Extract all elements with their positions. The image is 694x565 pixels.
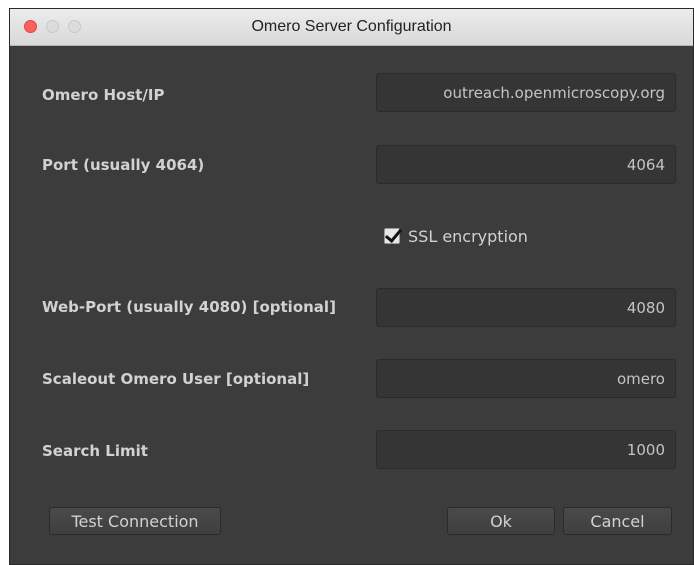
port-label: Port (usually 4064) — [42, 156, 205, 174]
title-bar: Omero Server Configuration — [10, 9, 693, 46]
ssl-label: SSL encryption — [408, 226, 528, 246]
window-title: Omero Server Configuration — [251, 18, 452, 35]
host-label: Omero Host/IP — [42, 86, 165, 104]
ok-button[interactable]: Ok — [447, 507, 555, 535]
user-field[interactable] — [376, 359, 676, 398]
host-field[interactable] — [376, 73, 676, 112]
test-connection-button[interactable]: Test Connection — [49, 507, 221, 535]
ssl-checkbox[interactable] — [384, 228, 400, 244]
webport-field[interactable] — [376, 288, 676, 327]
ssl-checkbox-row[interactable]: SSL encryption — [384, 224, 528, 248]
search-limit-field[interactable] — [376, 430, 676, 469]
user-label: Scaleout Omero User [optional] — [42, 370, 310, 388]
config-dialog: Omero Server Configuration Omero Host/IP… — [9, 8, 694, 565]
cancel-button[interactable]: Cancel — [563, 507, 672, 535]
webport-label: Web-Port (usually 4080) [optional] — [42, 298, 336, 316]
search-limit-label: Search Limit — [42, 442, 148, 460]
port-field[interactable] — [376, 145, 676, 184]
